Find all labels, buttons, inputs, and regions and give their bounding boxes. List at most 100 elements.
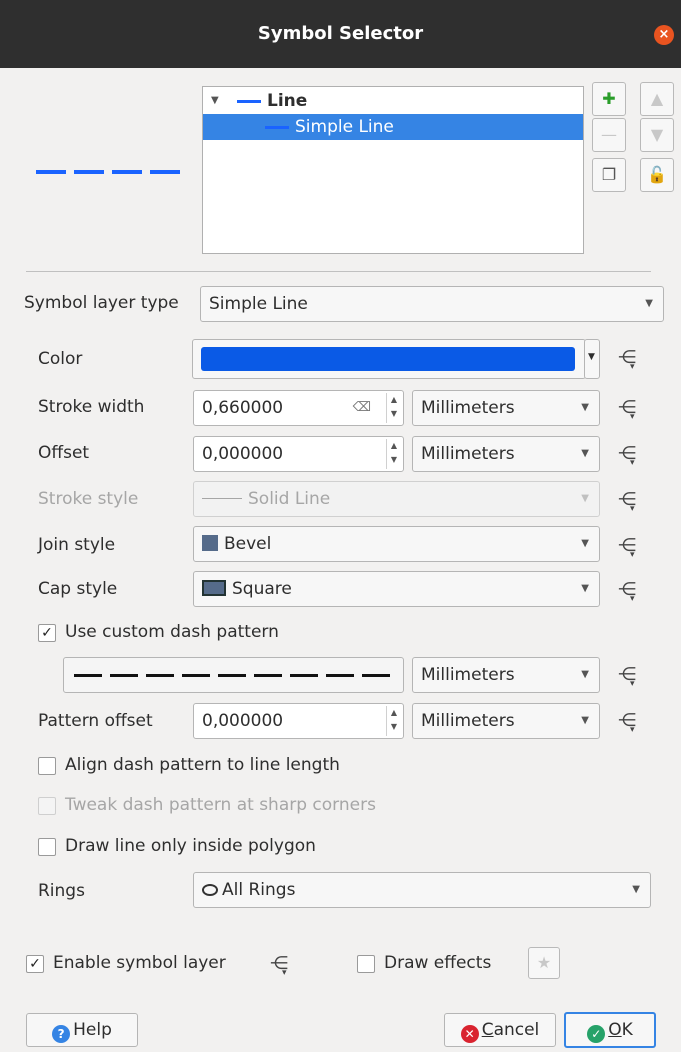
help-label: Help xyxy=(73,1020,112,1040)
rings-label: Rings xyxy=(38,881,85,901)
stroke-width-input[interactable]: 0,660000 ⌫ ▲ ▼ xyxy=(193,390,404,426)
color-label: Color xyxy=(38,349,83,369)
unit-value: Millimeters xyxy=(421,444,515,464)
bevel-join-icon xyxy=(202,535,218,551)
lock-layer-button[interactable]: 🔓 xyxy=(640,158,674,192)
chevron-down-icon: ▼ xyxy=(581,402,589,413)
rings-icon xyxy=(202,884,218,896)
cap-style-value: Square xyxy=(232,579,292,599)
tweak-dash-checkbox[interactable] xyxy=(38,797,56,815)
stroke-width-unit-select[interactable]: Millimeters ▼ xyxy=(412,390,600,426)
dash-unit-select[interactable]: Millimeters ▼ xyxy=(412,657,600,693)
spinner-arrows-icon[interactable]: ▲ ▼ xyxy=(386,706,401,736)
square-cap-icon xyxy=(202,580,226,596)
spinner-arrows-icon[interactable]: ▲ ▼ xyxy=(386,439,401,469)
solid-line-icon xyxy=(202,498,242,499)
stroke-width-label: Stroke width xyxy=(38,397,145,417)
separator xyxy=(26,271,651,272)
rings-value: All Rings xyxy=(222,880,296,900)
stroke-style-label: Stroke style xyxy=(38,489,139,509)
data-defined-override-icon[interactable]: ⋲ xyxy=(616,579,638,610)
symbol-layer-type-select[interactable]: Simple Line ▼ xyxy=(200,286,664,322)
ok-mnemonic: O xyxy=(608,1020,622,1040)
join-style-select[interactable]: Bevel ▼ xyxy=(193,526,600,562)
duplicate-layer-button[interactable]: ❐ xyxy=(592,158,626,192)
pattern-offset-label: Pattern offset xyxy=(38,711,153,731)
unit-value: Millimeters xyxy=(421,665,515,685)
add-layer-button[interactable]: ✚ xyxy=(592,82,626,116)
color-button[interactable] xyxy=(192,339,586,379)
data-defined-override-icon[interactable]: ⋲ xyxy=(616,347,638,378)
dash-pattern-preview xyxy=(74,674,392,677)
data-defined-override-icon[interactable]: ⋲ xyxy=(616,535,638,566)
cap-style-label: Cap style xyxy=(38,579,118,599)
join-style-value: Bevel xyxy=(224,534,272,554)
symbol-layer-type-label: Symbol layer type xyxy=(24,293,179,313)
enable-symbol-layer-label: Enable symbol layer xyxy=(53,953,226,973)
expand-arrow-icon[interactable]: ▼ xyxy=(211,88,219,114)
data-defined-override-icon[interactable]: ⋲ xyxy=(616,489,638,520)
help-button[interactable]: ? Help xyxy=(26,1013,138,1047)
ok-button[interactable]: ✓ OK xyxy=(564,1012,656,1048)
chevron-down-icon: ▼ xyxy=(581,448,589,459)
move-up-button[interactable]: ▲ xyxy=(640,82,674,116)
cancel-button[interactable]: ✕ Cancel xyxy=(444,1013,556,1047)
ok-icon: ✓ xyxy=(587,1025,606,1043)
data-defined-override-icon[interactable]: ⋲ xyxy=(616,443,638,474)
unit-value: Millimeters xyxy=(421,711,515,731)
offset-input[interactable]: 0,000000 ▲ ▼ xyxy=(193,436,404,472)
remove-layer-button[interactable]: — xyxy=(592,118,626,152)
spinner-arrows-icon[interactable]: ▲ ▼ xyxy=(386,393,401,423)
symbol-preview xyxy=(36,170,184,174)
draw-effects-checkbox[interactable] xyxy=(357,955,375,973)
offset-label: Offset xyxy=(38,443,90,463)
color-dropdown-button[interactable]: ▼ xyxy=(584,339,600,379)
chevron-down-icon: ▼ xyxy=(581,493,589,504)
data-defined-override-icon[interactable]: ⋲ xyxy=(268,953,290,984)
enable-symbol-layer-checkbox[interactable]: ✓ xyxy=(26,955,44,973)
symbol-layer-tree[interactable]: ▼ Line Simple Line xyxy=(202,86,584,254)
chevron-down-icon: ▼ xyxy=(588,352,595,362)
align-dash-label: Align dash pattern to line length xyxy=(65,755,340,775)
chevron-down-icon: ▼ xyxy=(632,884,640,895)
tree-item-label: Simple Line xyxy=(295,117,394,137)
star-icon: ★ xyxy=(536,953,552,972)
close-icon[interactable]: × xyxy=(654,25,674,45)
chevron-down-icon: ▼ xyxy=(581,715,589,726)
custom-dash-checkbox[interactable]: ✓ xyxy=(38,624,56,642)
offset-unit-select[interactable]: Millimeters ▼ xyxy=(412,436,600,472)
tree-item-label: Line xyxy=(267,91,308,111)
plus-icon: ✚ xyxy=(602,89,616,108)
data-defined-override-icon[interactable]: ⋲ xyxy=(616,664,638,695)
rings-select[interactable]: All Rings ▼ xyxy=(193,872,651,908)
line-swatch-icon xyxy=(237,100,261,103)
pattern-offset-unit-select[interactable]: Millimeters ▼ xyxy=(412,703,600,739)
symbol-layer-type-value: Simple Line xyxy=(209,294,308,314)
duplicate-icon: ❐ xyxy=(601,165,617,184)
align-dash-checkbox[interactable] xyxy=(38,757,56,775)
stroke-style-select[interactable]: Solid Line ▼ xyxy=(193,481,600,517)
stroke-style-value: Solid Line xyxy=(248,489,331,509)
tree-item-line[interactable]: ▼ Line xyxy=(203,88,583,114)
chevron-down-icon: ▼ xyxy=(581,583,589,594)
clear-icon[interactable]: ⌫ xyxy=(353,391,371,425)
chevron-down-icon: ▼ xyxy=(581,538,589,549)
data-defined-override-icon[interactable]: ⋲ xyxy=(616,710,638,741)
pattern-offset-input[interactable]: 0,000000 ▲ ▼ xyxy=(193,703,404,739)
minus-icon: — xyxy=(601,125,617,144)
move-down-button[interactable]: ▼ xyxy=(640,118,674,152)
help-icon: ? xyxy=(52,1025,71,1043)
cap-style-select[interactable]: Square ▼ xyxy=(193,571,600,607)
dash-pattern-button[interactable] xyxy=(63,657,404,693)
chevron-down-icon: ▼ xyxy=(645,298,653,309)
draw-inside-polygon-checkbox[interactable] xyxy=(38,838,56,856)
pattern-offset-value: 0,000000 xyxy=(202,711,284,731)
tree-item-simple-line[interactable]: Simple Line xyxy=(203,114,583,140)
join-style-label: Join style xyxy=(38,535,116,555)
stroke-width-value: 0,660000 xyxy=(202,398,284,418)
cancel-icon: ✕ xyxy=(460,1025,479,1043)
arrow-down-icon: ▼ xyxy=(650,125,664,144)
data-defined-override-icon[interactable]: ⋲ xyxy=(616,397,638,428)
effects-button[interactable]: ★ xyxy=(528,947,560,979)
chevron-down-icon: ▼ xyxy=(581,669,589,680)
